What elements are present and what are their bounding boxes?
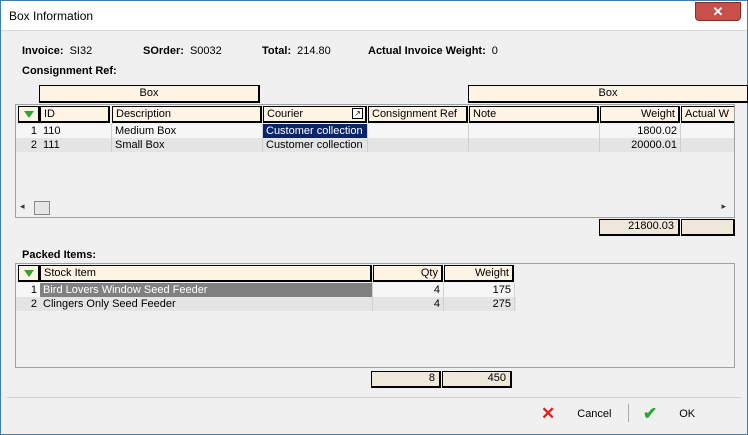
packed-total-qty: 8 <box>371 371 441 388</box>
cell-note[interactable] <box>469 124 600 138</box>
cell-qty[interactable]: 4 <box>373 297 444 311</box>
title-bar: Box Information ✕ <box>1 1 747 31</box>
col-note[interactable]: Note <box>469 106 599 123</box>
col-qty[interactable]: Qty <box>373 265 443 282</box>
table-row[interactable]: 2 111 Small Box Customer collection 2000… <box>16 138 734 152</box>
footer-bar: ✕ Cancel ✔ OK <box>7 397 741 427</box>
col-consignment-ref[interactable]: Consignment Ref <box>368 106 468 123</box>
table-row[interactable]: 1 110 Medium Box Customer collection 180… <box>16 124 734 138</box>
col-weight[interactable]: Weight <box>600 106 680 123</box>
boxes-total-actual-weight <box>681 219 735 236</box>
cancel-label: Cancel <box>577 408 612 420</box>
sorder-value: S0032 <box>189 45 222 57</box>
filter-arrow-icon <box>23 270 34 277</box>
actual-weight-info: Actual Invoice Weight: 0 <box>368 45 498 57</box>
packed-items-label: Packed Items: <box>22 249 96 261</box>
close-icon: ✕ <box>712 4 724 19</box>
row-number: 1 <box>30 284 37 296</box>
scroll-right-icon[interactable]: ▸ <box>721 201 726 212</box>
horizontal-scrollbar[interactable]: ◂ ▸ <box>16 200 734 216</box>
col-stock-item[interactable]: Stock Item <box>40 265 372 282</box>
box-information-window: Box Information ✕ Invoice: SI32 SOrder: S0… <box>0 0 748 435</box>
cell-stock-item[interactable]: Clingers Only Seed Feeder <box>40 297 373 311</box>
invoice-label: Invoice: <box>22 45 64 57</box>
actual-weight-label: Actual Invoice Weight: <box>368 45 486 57</box>
ok-icon: ✔ <box>643 404 658 423</box>
table-row[interactable]: 2 Clingers Only Seed Feeder 4 275 <box>16 297 516 311</box>
boxes-grid[interactable]: ID Description Courier ↗ Consignment Ref … <box>15 104 735 218</box>
col-description[interactable]: Description <box>112 106 262 123</box>
box-group-header-right: Box <box>468 85 748 103</box>
cell-description[interactable]: Medium Box <box>112 124 263 138</box>
lookup-icon[interactable]: ↗ <box>352 108 363 119</box>
packed-items-grid[interactable]: Stock Item Qty Weight 1 Bird Lovers Wind… <box>15 263 735 368</box>
filter-arrow-icon <box>23 111 34 118</box>
cell-description[interactable]: Small Box <box>112 138 263 152</box>
cell-courier-selected[interactable]: Customer collection <box>263 124 368 138</box>
sorder-label: SOrder: <box>143 45 184 57</box>
row-number: 2 <box>30 139 37 151</box>
cell-consignment-ref[interactable] <box>368 138 469 152</box>
row-number: 2 <box>30 298 37 310</box>
col-packed-weight[interactable]: Weight <box>444 265 514 282</box>
row-number: 1 <box>30 125 37 137</box>
total-label: Total: <box>262 45 292 57</box>
cell-weight[interactable]: 175 <box>444 283 515 297</box>
boxes-total-weight: 21800.03 <box>599 219 680 236</box>
total-value: 214.80 <box>297 45 331 57</box>
col-id[interactable]: ID <box>40 106 110 123</box>
cell-weight[interactable]: 1800.02 <box>600 124 681 138</box>
col-courier[interactable]: Courier ↗ <box>263 106 367 123</box>
close-button[interactable]: ✕ <box>695 2 741 21</box>
cancel-button[interactable]: ✕ Cancel <box>541 403 612 425</box>
actual-weight-value: 0 <box>491 45 498 57</box>
consignment-ref-label: Consignment Ref: <box>22 65 117 77</box>
cell-note[interactable] <box>469 138 600 152</box>
boxes-filter-button[interactable] <box>18 106 40 123</box>
col-actual-weight[interactable]: Actual W <box>681 106 734 123</box>
cell-qty[interactable]: 4 <box>373 283 444 297</box>
cell-id[interactable]: 111 <box>40 138 112 152</box>
scroll-left-icon[interactable]: ◂ <box>20 201 25 212</box>
footer-separator <box>628 404 629 422</box>
table-row[interactable]: 1 Bird Lovers Window Seed Feeder 4 175 <box>16 283 516 297</box>
packed-filter-button[interactable] <box>18 265 40 282</box>
scrollbar-thumb[interactable] <box>34 201 50 215</box>
cell-weight[interactable]: 20000.01 <box>600 138 681 152</box>
ok-label: OK <box>679 408 696 420</box>
cell-consignment-ref[interactable] <box>368 124 469 138</box>
cell-stock-item-selected[interactable]: Bird Lovers Window Seed Feeder <box>40 283 373 297</box>
packed-total-weight: 450 <box>442 371 512 388</box>
box-group-header-left: Box <box>39 85 260 103</box>
cancel-icon: ✕ <box>541 404 556 423</box>
ok-button[interactable]: ✔ OK <box>643 403 695 425</box>
col-courier-label: Courier <box>267 108 304 120</box>
sorder-info: SOrder: S0032 <box>143 45 222 57</box>
invoice-info: Invoice: SI32 <box>22 45 92 57</box>
cell-courier[interactable]: Customer collection <box>263 138 368 152</box>
cell-id[interactable]: 110 <box>40 124 112 138</box>
total-info: Total: 214.80 <box>262 45 331 57</box>
cell-weight[interactable]: 275 <box>444 297 515 311</box>
window-title: Box Information <box>9 9 94 23</box>
invoice-value: SI32 <box>69 45 93 57</box>
